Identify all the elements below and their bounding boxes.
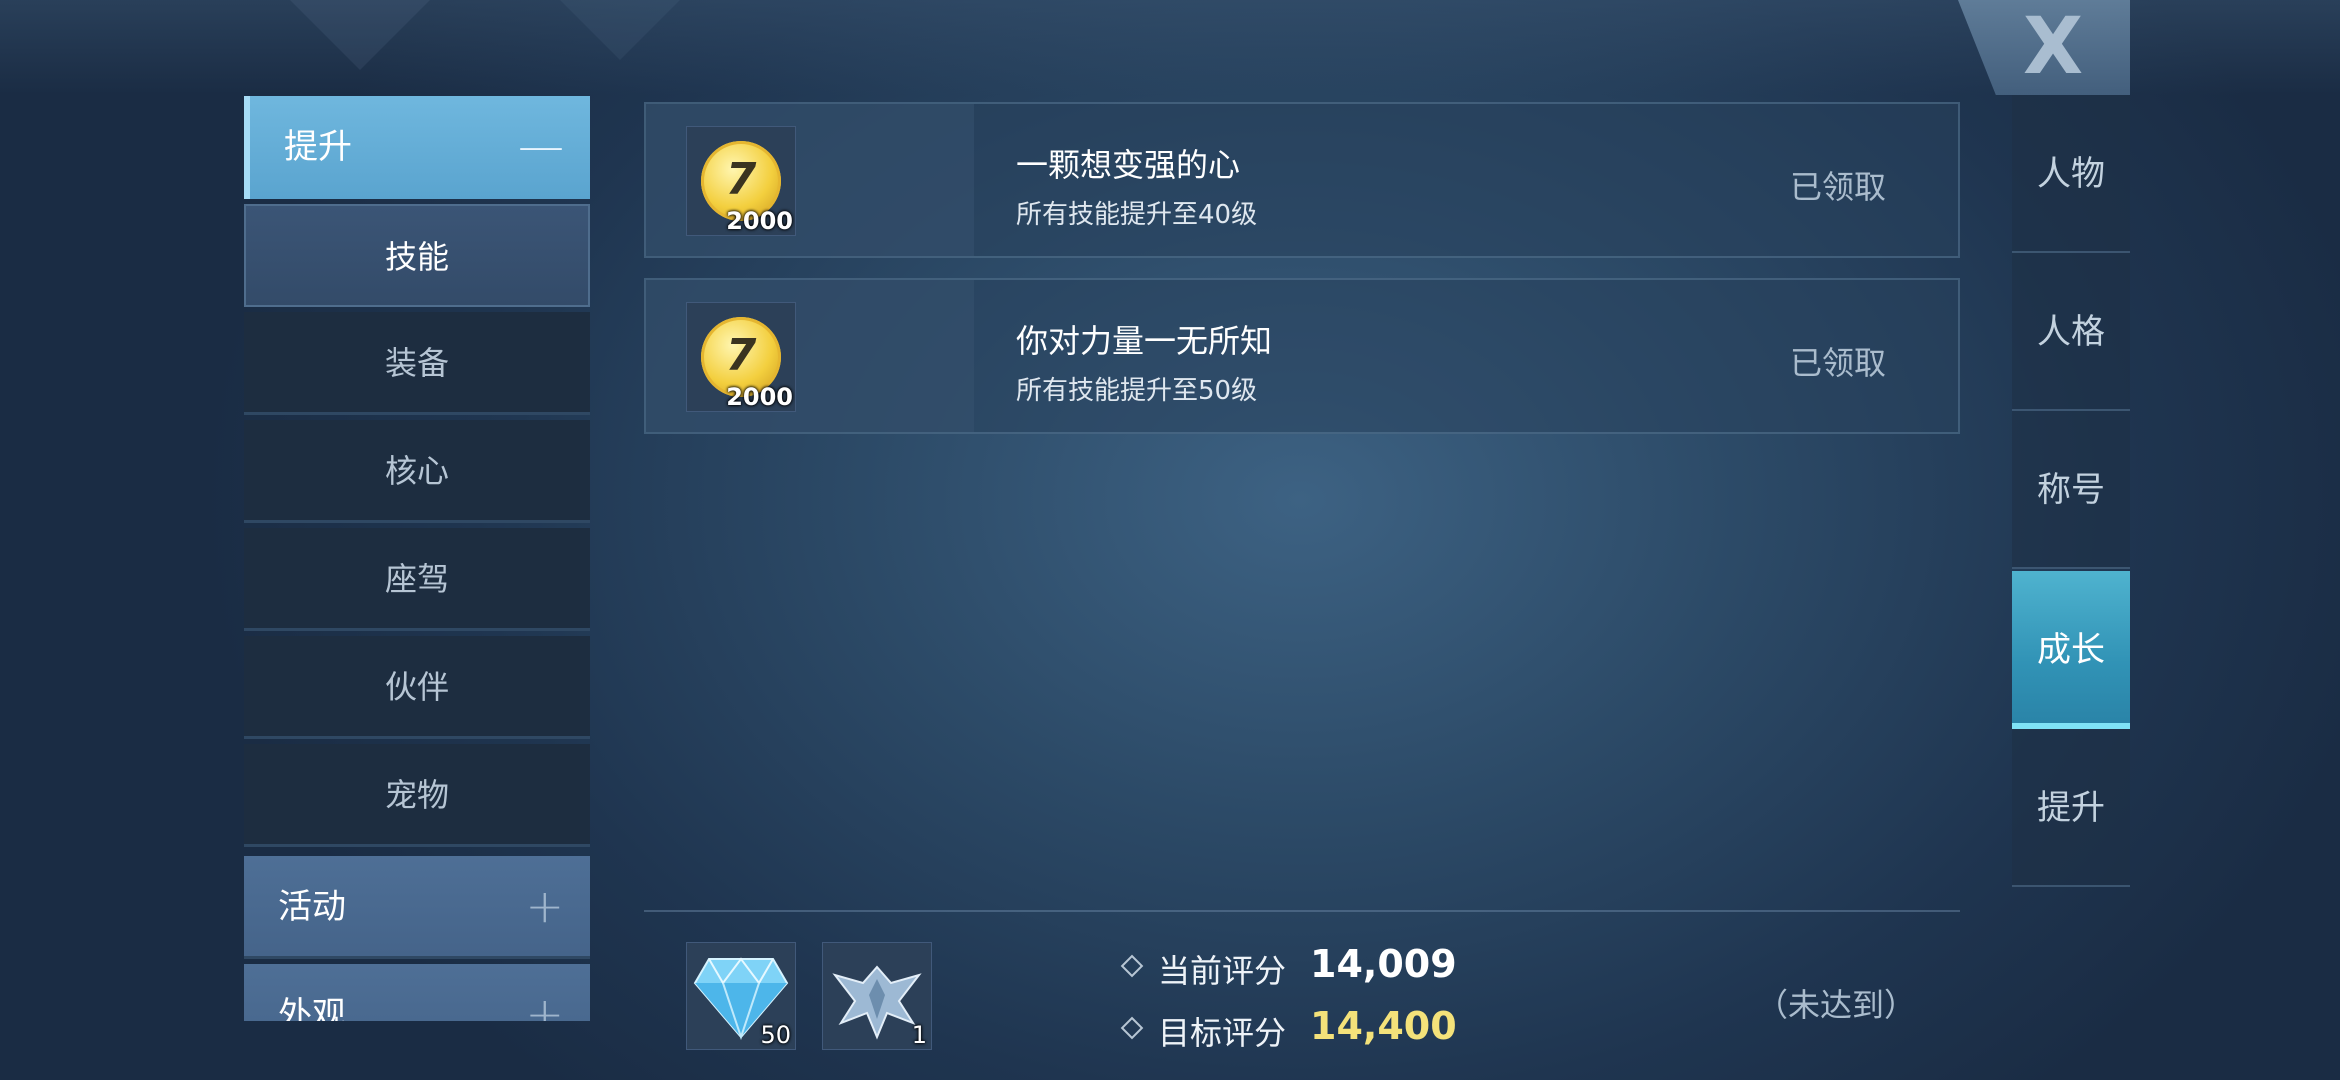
menu-item-label: 宠物 xyxy=(384,776,449,814)
reward-item[interactable]: 7 2000 xyxy=(686,302,796,412)
menu-item-core[interactable]: 核心 xyxy=(244,420,590,523)
tab-label: 提升 xyxy=(2037,788,2105,828)
menu-item-label: 装备 xyxy=(384,344,449,382)
not-reached-status: （未达到） xyxy=(1756,986,1917,1024)
tab-label: 人格 xyxy=(2037,312,2105,352)
reward-count: 2000 xyxy=(726,383,793,411)
menu-item-label: 座驾 xyxy=(384,560,449,598)
tab-label: 成长 xyxy=(2037,630,2105,670)
item-count: 50 xyxy=(760,1021,791,1049)
category-appearance[interactable]: 外观 + xyxy=(244,964,590,1021)
current-score-value: 14,009 xyxy=(1310,942,1457,986)
collapse-icon: — xyxy=(518,119,564,173)
reward-row[interactable]: 7 2000 你对力量一无所知 所有技能提升至50级 已领取 xyxy=(644,278,1960,434)
bullet-icon xyxy=(1120,954,1144,978)
menu-item-skills[interactable]: 技能 xyxy=(244,204,590,307)
menu-item-label: 伙伴 xyxy=(384,668,449,706)
tab-label: 称号 xyxy=(2037,470,2105,510)
menu-item-pet[interactable]: 宠物 xyxy=(244,744,590,847)
bullet-icon xyxy=(1120,1016,1144,1040)
claimed-status: 已领取 xyxy=(1790,344,1887,382)
divider xyxy=(644,910,1960,912)
reward-title: 你对力量一无所知 xyxy=(1016,322,1273,360)
target-score-value: 14,400 xyxy=(1310,1004,1457,1048)
category-label: 外观 xyxy=(278,995,346,1021)
wing-emblem-icon xyxy=(832,965,922,1040)
category-activity[interactable]: 活动 + xyxy=(244,856,590,959)
category-upgrade[interactable]: 提升 — xyxy=(244,96,590,199)
current-score-label: 当前评分 xyxy=(1158,952,1287,990)
menu-item-label: 技能 xyxy=(384,238,449,276)
reward-description: 所有技能提升至40级 xyxy=(1016,200,1258,230)
expand-icon: + xyxy=(525,987,564,1021)
item-count: 1 xyxy=(911,1021,927,1049)
tab-growth[interactable]: 成长 xyxy=(2012,571,2130,729)
decor-triangle xyxy=(560,0,680,60)
decor-triangle xyxy=(290,0,430,70)
reward-item[interactable]: 7 2000 xyxy=(686,126,796,236)
bonus-item-emblem[interactable]: 1 xyxy=(822,942,932,1050)
tab-personality[interactable]: 人格 xyxy=(2012,253,2130,411)
tab-character[interactable]: 人物 xyxy=(2012,95,2130,253)
reward-title: 一颗想变强的心 xyxy=(1016,146,1241,184)
reward-count: 2000 xyxy=(726,207,793,235)
category-label: 提升 xyxy=(284,127,352,167)
menu-item-mount[interactable]: 座驾 xyxy=(244,528,590,631)
tab-label: 人物 xyxy=(2037,154,2105,194)
menu-item-label: 核心 xyxy=(384,452,449,490)
close-icon: X xyxy=(2023,2,2084,92)
bonus-item-diamond[interactable]: 50 xyxy=(686,942,796,1050)
tab-upgrade[interactable]: 提升 xyxy=(2012,729,2130,887)
right-tab-bar: 人物 人格 称号 成长 提升 xyxy=(2012,95,2130,889)
left-menu: 提升 — 技能 装备 核心 座驾 伙伴 宠物 活动 + 外观 + xyxy=(244,96,590,1021)
expand-icon: + xyxy=(525,879,564,933)
menu-item-equipment[interactable]: 装备 xyxy=(244,312,590,415)
reward-row[interactable]: 7 2000 一颗想变强的心 所有技能提升至40级 已领取 xyxy=(644,102,1960,258)
claimed-status: 已领取 xyxy=(1790,168,1887,206)
category-label: 活动 xyxy=(278,887,346,927)
menu-item-partner[interactable]: 伙伴 xyxy=(244,636,590,739)
target-score-label: 目标评分 xyxy=(1158,1014,1287,1052)
reward-description: 所有技能提升至50级 xyxy=(1016,376,1258,406)
tab-title[interactable]: 称号 xyxy=(2012,411,2130,569)
